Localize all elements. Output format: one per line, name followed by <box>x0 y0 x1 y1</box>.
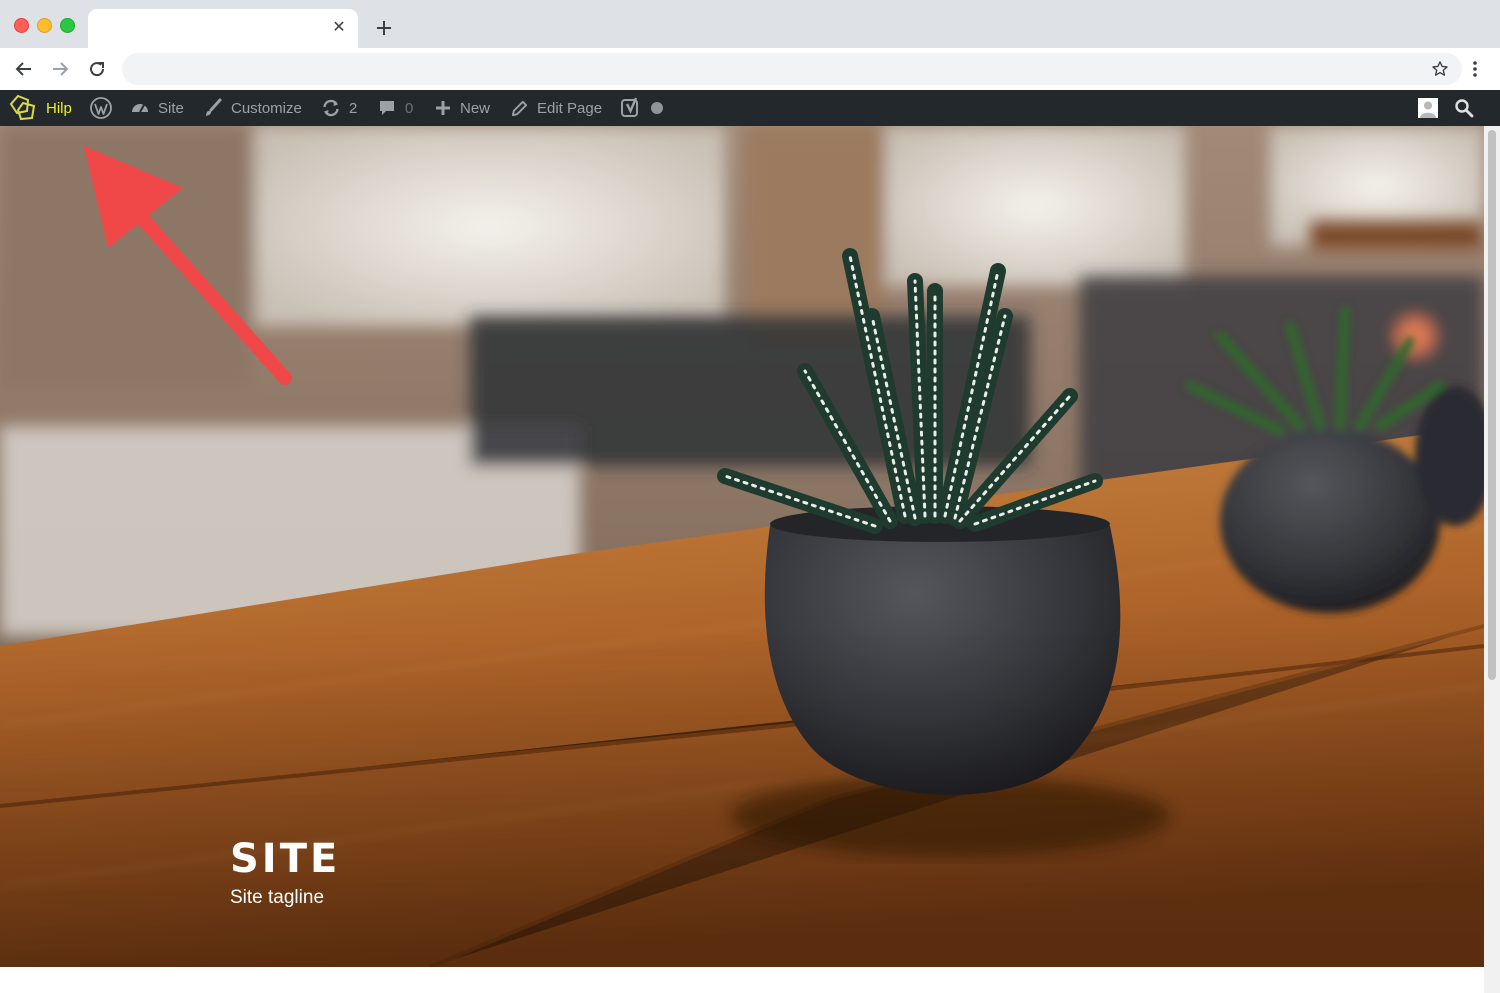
updates-count: 2 <box>349 99 358 117</box>
hilp-logo-icon <box>8 94 38 122</box>
site-title[interactable]: SITE <box>230 836 340 882</box>
address-bar[interactable] <box>122 53 1462 85</box>
paintbrush-icon <box>203 98 223 118</box>
wordpress-logo-icon <box>89 96 113 120</box>
hero-section <box>0 126 1484 967</box>
reload-button[interactable] <box>84 56 110 82</box>
search-button[interactable] <box>1454 90 1474 126</box>
customize-link[interactable]: Customize <box>203 90 302 126</box>
browser-menu-button[interactable] <box>1466 56 1484 82</box>
browser-toolbar <box>0 48 1500 90</box>
back-arrow-icon <box>15 62 31 76</box>
yoast-icon <box>620 97 642 119</box>
site-label: Site <box>158 99 184 117</box>
site-tagline: Site tagline <box>230 887 325 908</box>
edit-page-link[interactable]: Edit Page <box>510 90 602 126</box>
page-scrollbar[interactable] <box>1484 126 1500 993</box>
forward-arrow-icon <box>53 62 69 76</box>
edit-page-label: Edit Page <box>537 99 603 117</box>
my-account-menu[interactable] <box>1418 90 1438 126</box>
plus-icon <box>434 99 452 117</box>
pencil-icon <box>510 99 529 118</box>
customize-label: Customize <box>231 99 302 117</box>
page-bottom <box>0 967 1484 993</box>
minimize-window-button[interactable] <box>37 18 52 33</box>
wordpress-menu[interactable] <box>89 90 113 126</box>
seo-status-dot-icon <box>650 101 664 115</box>
hilp-menu[interactable]: Hilp <box>8 90 72 126</box>
hilp-label: Hilp <box>46 99 72 117</box>
updates-link[interactable]: 2 <box>321 90 357 126</box>
search-icon <box>1454 98 1474 118</box>
back-button[interactable] <box>11 56 37 82</box>
avatar <box>1418 98 1438 118</box>
close-window-button[interactable] <box>14 18 29 33</box>
comments-link[interactable]: 0 <box>377 90 413 126</box>
hero-overlay <box>0 126 1484 967</box>
new-label: New <box>460 99 491 117</box>
close-icon[interactable]: ✕ <box>330 19 348 37</box>
zoom-window-button[interactable] <box>60 18 75 33</box>
forward-button[interactable] <box>47 56 73 82</box>
new-tab-button[interactable] <box>372 16 396 40</box>
plus-icon <box>377 21 391 35</box>
scrollbar-thumb[interactable] <box>1488 130 1496 680</box>
bookmark-button[interactable] <box>1430 59 1450 79</box>
wp-admin-bar: Hilp Site Customize 2 0 New Edit Page <box>0 90 1500 126</box>
site-menu[interactable]: Site <box>130 90 184 126</box>
comment-icon <box>377 98 397 118</box>
kebab-menu-icon <box>1473 61 1477 77</box>
dashboard-icon <box>130 98 150 118</box>
star-icon <box>1432 61 1448 76</box>
updates-icon <box>321 98 341 118</box>
reload-icon <box>90 62 105 77</box>
new-content-menu[interactable]: New <box>434 90 490 126</box>
browser-tab-strip: ✕ <box>0 0 1500 48</box>
yoast-seo-menu[interactable] <box>620 90 664 126</box>
comments-count: 0 <box>405 99 414 117</box>
browser-tab[interactable]: ✕ <box>88 9 358 48</box>
